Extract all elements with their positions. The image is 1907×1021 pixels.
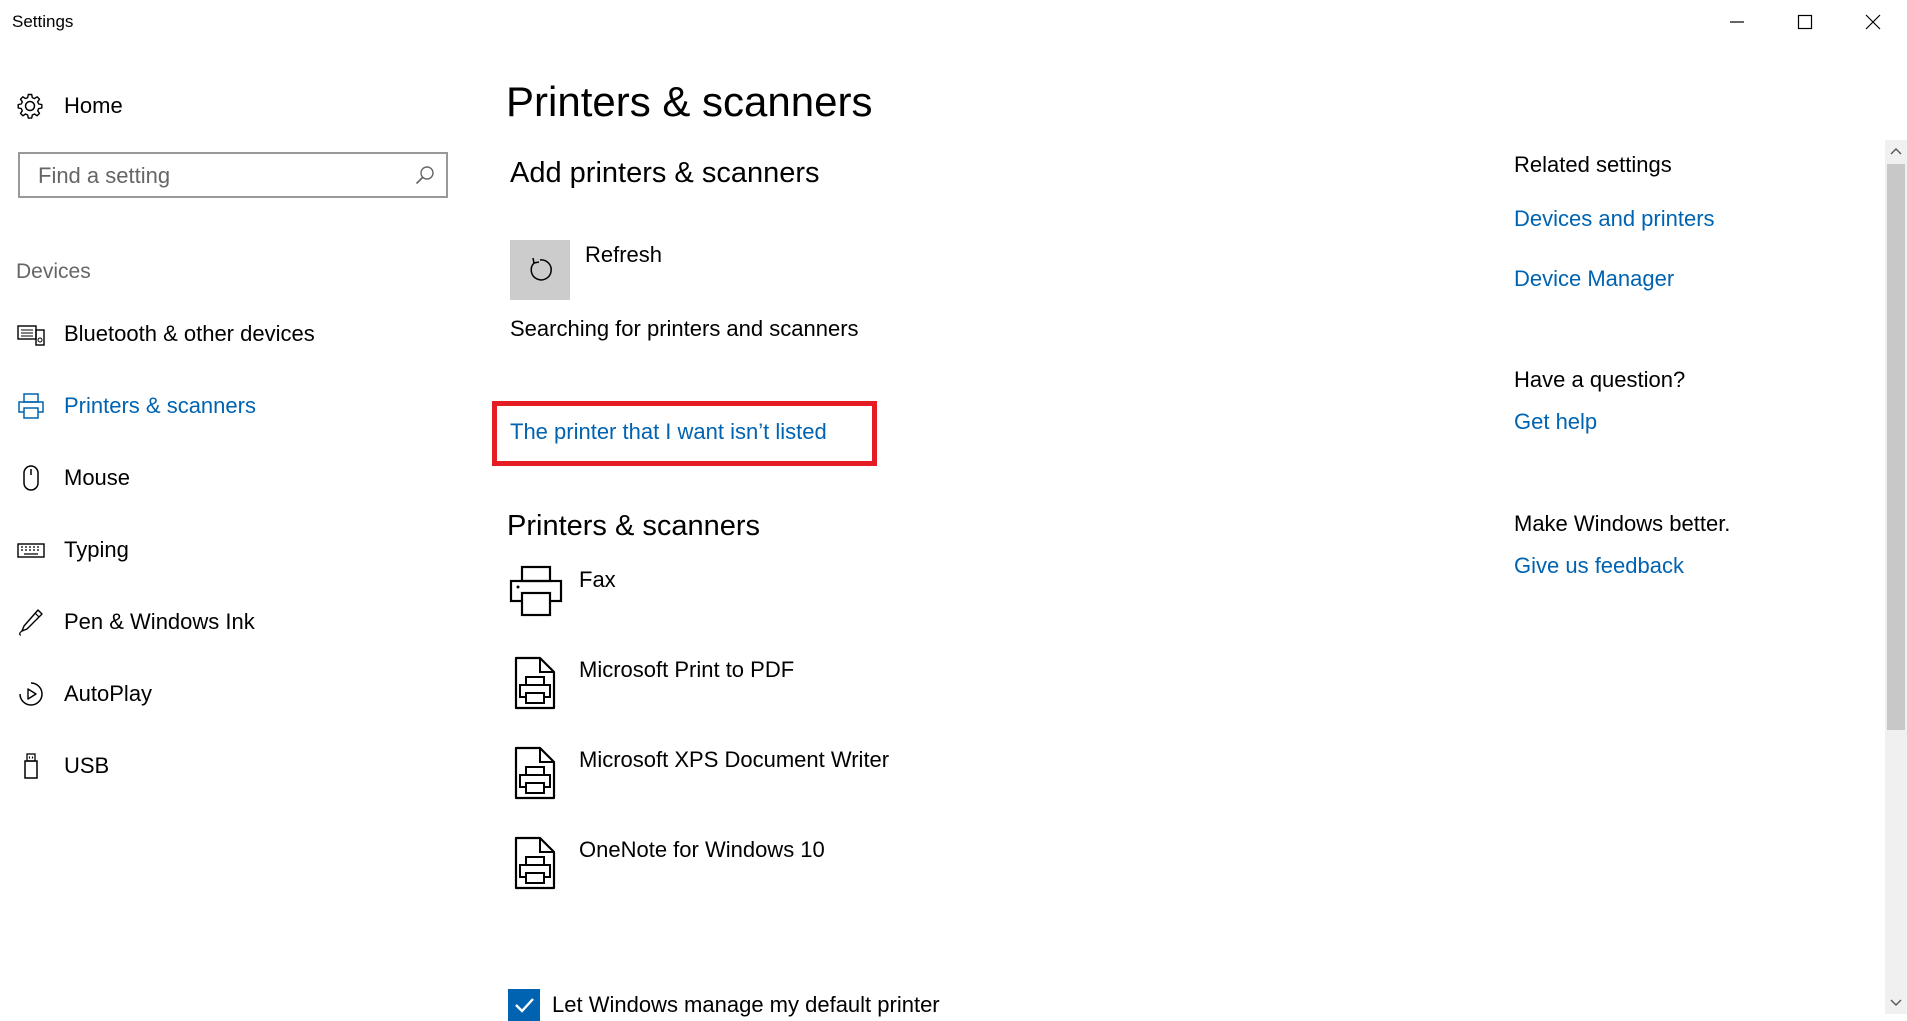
search-icon[interactable] [414, 164, 436, 186]
search-box[interactable] [18, 152, 448, 198]
refresh-label[interactable]: Refresh [585, 242, 662, 268]
sidebar-item-label: Mouse [64, 465, 131, 490]
pen-icon [19, 609, 43, 636]
sidebar-item-label: USB [64, 753, 110, 778]
keyboard-icon [17, 543, 45, 558]
default-printer-option: Let Windows manage my default printer [508, 989, 940, 1021]
device-print-to-pdf[interactable]: Microsoft Print to PDF [508, 655, 1108, 725]
chevron-down-icon [1890, 999, 1902, 1006]
home-nav[interactable]: Home [16, 88, 123, 124]
sidebar-item-printers[interactable]: Printers & scanners [16, 386, 456, 426]
device-xps-writer[interactable]: Microsoft XPS Document Writer [508, 745, 1108, 815]
sidebar-item-label: Printers & scanners [64, 393, 256, 418]
mouse-icon [23, 465, 39, 491]
device-manager-link[interactable]: Device Manager [1514, 266, 1674, 292]
bluetooth-devices-icon [17, 325, 45, 346]
refresh-icon [530, 257, 552, 281]
chevron-up-icon [1890, 148, 1902, 155]
sidebar-item-label: AutoPlay [64, 681, 153, 706]
search-input[interactable] [36, 154, 410, 198]
sidebar-item-label: Typing [64, 537, 129, 562]
page-title: Printers & scanners [506, 78, 873, 125]
question-heading: Have a question? [1514, 367, 1686, 392]
vertical-scrollbar[interactable] [1885, 140, 1907, 1014]
get-help-link[interactable]: Get help [1514, 409, 1597, 435]
give-feedback-link[interactable]: Give us feedback [1514, 553, 1684, 579]
sidebar-item-bluetooth[interactable]: Bluetooth & other devices [16, 314, 456, 354]
sidebar-item-label: Bluetooth & other devices [64, 321, 315, 346]
refresh-button[interactable] [510, 240, 570, 300]
devices-and-printers-link[interactable]: Devices and printers [1514, 206, 1715, 232]
gear-icon [17, 93, 43, 119]
sidebar-item-usb[interactable]: USB [16, 746, 456, 786]
scroll-up-button[interactable] [1885, 140, 1907, 162]
fax-icon [509, 565, 563, 617]
usb-icon [24, 753, 38, 779]
print-document-icon [514, 656, 556, 710]
print-document-icon [514, 746, 556, 800]
printer-not-listed-link[interactable]: The printer that I want isn’t listed [510, 419, 827, 445]
sidebar-item-autoplay[interactable]: AutoPlay [16, 674, 456, 714]
printer-icon [18, 393, 44, 419]
window-title: Settings [12, 12, 74, 31]
feedback-heading: Make Windows better. [1514, 511, 1731, 536]
checkmark-icon [515, 998, 534, 1013]
default-printer-checkbox[interactable] [508, 989, 540, 1021]
sidebar-item-typing[interactable]: Typing [16, 530, 456, 570]
scroll-down-button[interactable] [1885, 992, 1907, 1014]
maximize-icon [1797, 14, 1813, 30]
device-onenote[interactable]: OneNote for Windows 10 [508, 835, 1108, 905]
maximize-button[interactable] [1771, 0, 1839, 44]
default-printer-label[interactable]: Let Windows manage my default printer [552, 992, 940, 1018]
minimize-icon [1730, 21, 1744, 23]
scroll-thumb[interactable] [1887, 164, 1905, 730]
minimize-button[interactable] [1703, 0, 1771, 44]
device-label: Fax [579, 567, 616, 592]
home-label: Home [64, 93, 123, 118]
devices-section-label: Devices [16, 260, 91, 283]
close-button[interactable] [1839, 0, 1907, 44]
print-document-icon [514, 836, 556, 890]
device-label: OneNote for Windows 10 [579, 837, 825, 862]
sidebar-item-label: Pen & Windows Ink [64, 609, 255, 634]
list-section-title: Printers & scanners [507, 510, 761, 542]
autoplay-icon [19, 682, 43, 706]
searching-status: Searching for printers and scanners [510, 316, 859, 341]
close-icon [1865, 14, 1881, 30]
device-label: Microsoft XPS Document Writer [579, 747, 890, 772]
title-bar: Settings [0, 0, 1907, 44]
device-label: Microsoft Print to PDF [579, 657, 795, 682]
device-fax[interactable]: Fax [508, 565, 1108, 635]
add-section-title: Add printers & scanners [510, 157, 820, 189]
sidebar-item-pen[interactable]: Pen & Windows Ink [16, 602, 456, 642]
related-settings-heading: Related settings [1514, 152, 1672, 177]
sidebar-item-mouse[interactable]: Mouse [16, 458, 456, 498]
